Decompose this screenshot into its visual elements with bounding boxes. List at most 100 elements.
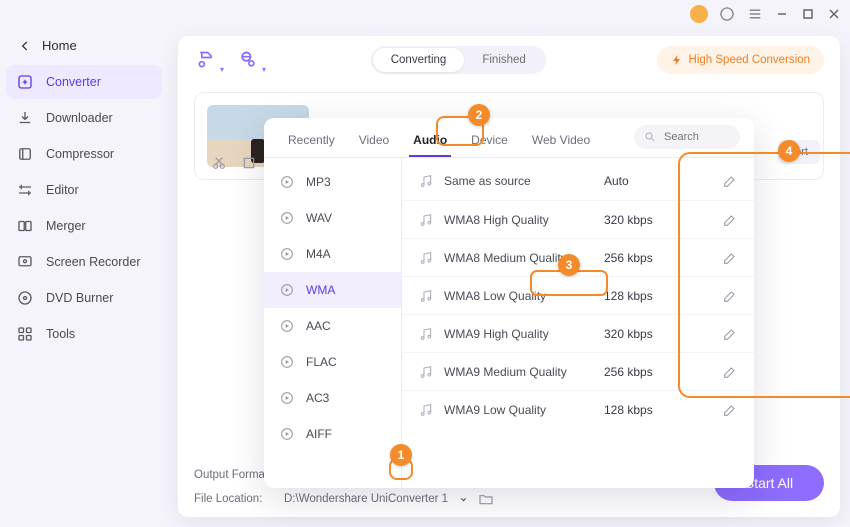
annotation-2: 2 [468,104,490,126]
format-icon [278,317,296,335]
sidebar-item-screenrecorder[interactable]: Screen Recorder [6,245,162,279]
music-icon [418,288,434,304]
quality-name: WMA8 High Quality [444,213,594,227]
quality-rate: 128 kbps [604,403,674,417]
dvdburner-icon [16,289,34,307]
file-location-dropdown-button[interactable] [456,492,470,506]
dd-tab-webvideo[interactable]: Web Video [522,125,600,157]
screenrecorder-icon [16,253,34,271]
format-flac[interactable]: FLAC [264,344,401,380]
format-icon [278,425,296,443]
maximize-button[interactable] [800,6,816,22]
sidebar-item-label: DVD Burner [46,291,113,305]
edit-quality-icon[interactable] [722,326,738,342]
quality-row[interactable]: WMA9 Low Quality 128 kbps [402,390,754,428]
sidebar-item-compressor[interactable]: Compressor [6,137,162,171]
sidebar-item-downloader[interactable]: Downloader [6,101,162,135]
hsc-label: High Speed Conversion [689,54,810,66]
dd-tab-video[interactable]: Video [349,125,399,157]
merger-icon [16,217,34,235]
format-search-input[interactable] [662,130,722,144]
music-icon [418,364,434,380]
format-icon [278,389,296,407]
format-label: WAV [306,211,332,225]
format-mp3[interactable]: MP3 [264,164,401,200]
dd-tab-recently[interactable]: Recently [278,125,345,157]
user-avatar[interactable] [690,5,708,23]
sidebar-item-label: Converter [46,75,101,89]
sidebar-item-tools[interactable]: Tools [6,317,162,351]
dd-tab-device[interactable]: Device [461,125,518,157]
format-label: AC3 [306,391,329,405]
quality-list: Same as source Auto WMA8 High Quality 320 k… [402,158,754,488]
minimize-button[interactable] [774,6,790,22]
back-icon[interactable] [18,39,32,53]
close-button[interactable] [826,6,842,22]
music-icon [418,173,434,189]
trim-icon[interactable] [211,155,227,171]
quality-row[interactable]: WMA8 Low Quality128 kbps [402,276,754,314]
sidebar-item-label: Downloader [46,111,113,125]
format-search[interactable] [634,125,740,149]
edit-quality-icon[interactable] [722,402,738,418]
quality-rate: 320 kbps [604,213,674,227]
sidebar-item-label: Screen Recorder [46,255,141,269]
quality-rate: 320 kbps [604,327,674,341]
format-label: AIFF [306,427,332,441]
format-aac[interactable]: AAC [264,308,401,344]
format-wav[interactable]: WAV [264,200,401,236]
annotation-3: 3 [558,254,580,276]
sidebar-item-editor[interactable]: Editor [6,173,162,207]
tab-converting[interactable]: Converting [373,48,465,72]
tab-finished[interactable]: Finished [464,48,543,72]
sidebar-item-label: Merger [46,219,86,233]
editor-icon [16,181,34,199]
quality-row[interactable]: WMA9 High Quality320 kbps [402,314,754,352]
support-icon[interactable] [718,5,736,23]
add-url-button[interactable]: ▾ [236,48,260,72]
sidebar-item-converter[interactable]: Converter [6,65,162,99]
dd-tab-audio[interactable]: Audio [403,125,457,157]
high-speed-conversion-button[interactable]: High Speed Conversion [657,46,824,74]
quality-row[interactable]: WMA9 Medium Quality 256 kbps [402,352,754,390]
sidebar-item-dvdburner[interactable]: DVD Burner [6,281,162,315]
format-label: FLAC [306,355,337,369]
menu-icon[interactable] [746,5,764,23]
quality-rate: 256 kbps [604,251,674,265]
quality-name: Same as source [444,174,594,188]
open-folder-icon[interactable] [478,491,494,507]
edit-quality-icon[interactable] [722,250,738,266]
format-dropdown: Recently Video Audio Device Web Video MP… [264,118,754,488]
format-wma[interactable]: WMA [264,272,401,308]
edit-quality-icon[interactable] [722,364,738,380]
format-icon [278,353,296,371]
quality-rate: Auto [604,174,674,188]
format-label: M4A [306,247,331,261]
quality-rate: 128 kbps [604,289,674,303]
breadcrumb-home[interactable]: Home [42,38,77,53]
compressor-icon [16,145,34,163]
annotation-4: 4 [778,140,800,162]
edit-quality-icon[interactable] [722,288,738,304]
format-icon [278,209,296,227]
quality-name: WMA9 Low Quality [444,403,594,417]
edit-quality-icon[interactable] [722,212,738,228]
format-icon [278,245,296,263]
status-segment: Converting Finished [371,46,546,74]
downloader-icon [16,109,34,127]
sidebar-item-merger[interactable]: Merger [6,209,162,243]
format-aiff[interactable]: AIFF [264,416,401,452]
sidebar-item-label: Tools [46,327,75,341]
annotation-1: 1 [390,444,412,466]
format-ac3[interactable]: AC3 [264,380,401,416]
tools-icon [16,325,34,343]
quality-rate: 256 kbps [604,365,674,379]
format-m4a[interactable]: M4A [264,236,401,272]
crop-icon[interactable] [241,155,257,171]
add-file-button[interactable]: ▾ [194,48,218,72]
quality-name: WMA9 Medium Quality [444,365,594,379]
edit-quality-icon[interactable] [722,173,738,189]
format-label: MP3 [306,175,331,189]
quality-row[interactable]: WMA8 High Quality 320 kbps [402,200,754,238]
quality-row[interactable]: Same as source Auto [402,162,754,200]
